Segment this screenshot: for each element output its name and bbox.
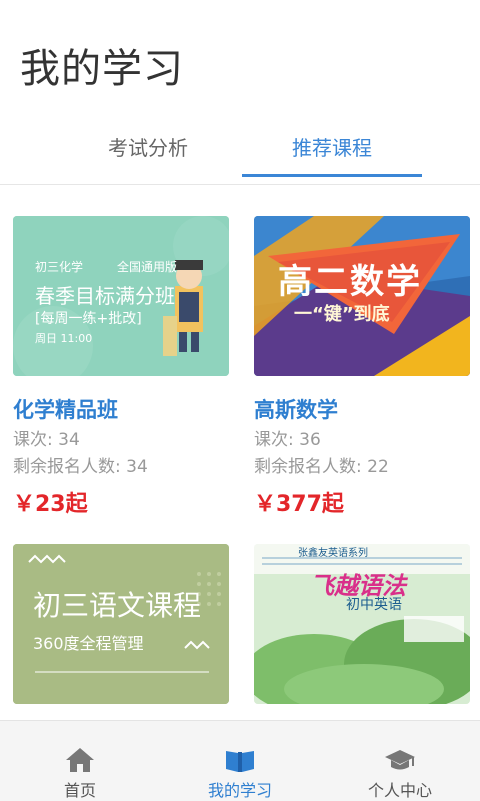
course-title[interactable]: 化学精品班 — [13, 394, 118, 424]
nav-home-label: 首页 — [63, 781, 96, 800]
course-thumbnail[interactable]: 初三语文课程 360度全程管理 — [13, 544, 229, 704]
course-lessons: 课次: 36 — [254, 430, 321, 450]
book-icon — [226, 751, 254, 772]
course-lessons: 课次: 34 — [13, 430, 80, 450]
thumb-headline: 初三语文课程 — [33, 589, 202, 622]
course-remaining-seats: 剩余报名人数: 34 — [13, 457, 148, 477]
thumb-edition: 全国通用版 — [117, 260, 178, 274]
thumb-headline: 高二数学 — [278, 262, 422, 302]
page-title: 我的学习 — [20, 46, 184, 92]
tab-recommended-courses[interactable]: 推荐课程 — [242, 124, 422, 180]
course-thumbnail[interactable]: 初三化学 全国通用版 春季目标满分班 [每周一练+批改] 周日 11:00 — [13, 216, 229, 376]
thumb-subline: 360度全程管理 — [33, 634, 144, 653]
course-thumbnail[interactable]: 张鑫友英语系列 飞越语法 初中英语 — [254, 544, 470, 704]
tab-exam-analysis[interactable]: 考试分析 — [58, 124, 238, 180]
active-tab-underline — [242, 174, 422, 177]
nav-personal-center[interactable]: 个人中心 — [320, 721, 480, 801]
course-card[interactable]: 初三语文课程 360度全程管理 — [13, 544, 229, 720]
course-price: ￥377起 — [254, 492, 344, 517]
thumb-subline: 一“键”到底 — [294, 304, 390, 325]
thumb-time: 周日 11:00 — [35, 332, 93, 345]
nav-my-learning-label: 我的学习 — [207, 781, 272, 800]
course-thumbnail[interactable]: 高二数学 一“键”到底 — [254, 216, 470, 376]
thumb-tag: 初三化学 — [35, 260, 84, 274]
bottom-nav: 首页 我的学习 个人中心 — [0, 720, 480, 801]
course-remaining-seats: 剩余报名人数: 22 — [254, 457, 389, 477]
course-card[interactable]: 高二数学 一“键”到底 高斯数学 课次: 36 剩余报名人数: 22 ￥377起 — [254, 216, 470, 517]
course-title[interactable]: 高斯数学 — [254, 394, 338, 424]
nav-personal-center-label: 个人中心 — [367, 781, 432, 800]
course-card[interactable]: 初三化学 全国通用版 春季目标满分班 [每周一练+批改] 周日 11:00 化学… — [13, 216, 229, 517]
course-card[interactable]: 张鑫友英语系列 飞越语法 初中英语 — [254, 544, 470, 720]
nav-my-learning[interactable]: 我的学习 — [160, 721, 320, 801]
home-icon — [66, 748, 94, 772]
course-price: ￥23起 — [13, 492, 88, 517]
thumb-subline: [每周一练+批改] — [35, 311, 142, 327]
thumb-subline: 初中英语 — [346, 597, 402, 613]
nav-home[interactable]: 首页 — [0, 721, 160, 801]
tab-bar: 考试分析 推荐课程 — [0, 124, 480, 185]
thumb-series: 张鑫友英语系列 — [298, 548, 368, 559]
thumb-headline: 春季目标满分班 — [35, 284, 175, 308]
graduation-cap-icon — [385, 750, 415, 770]
